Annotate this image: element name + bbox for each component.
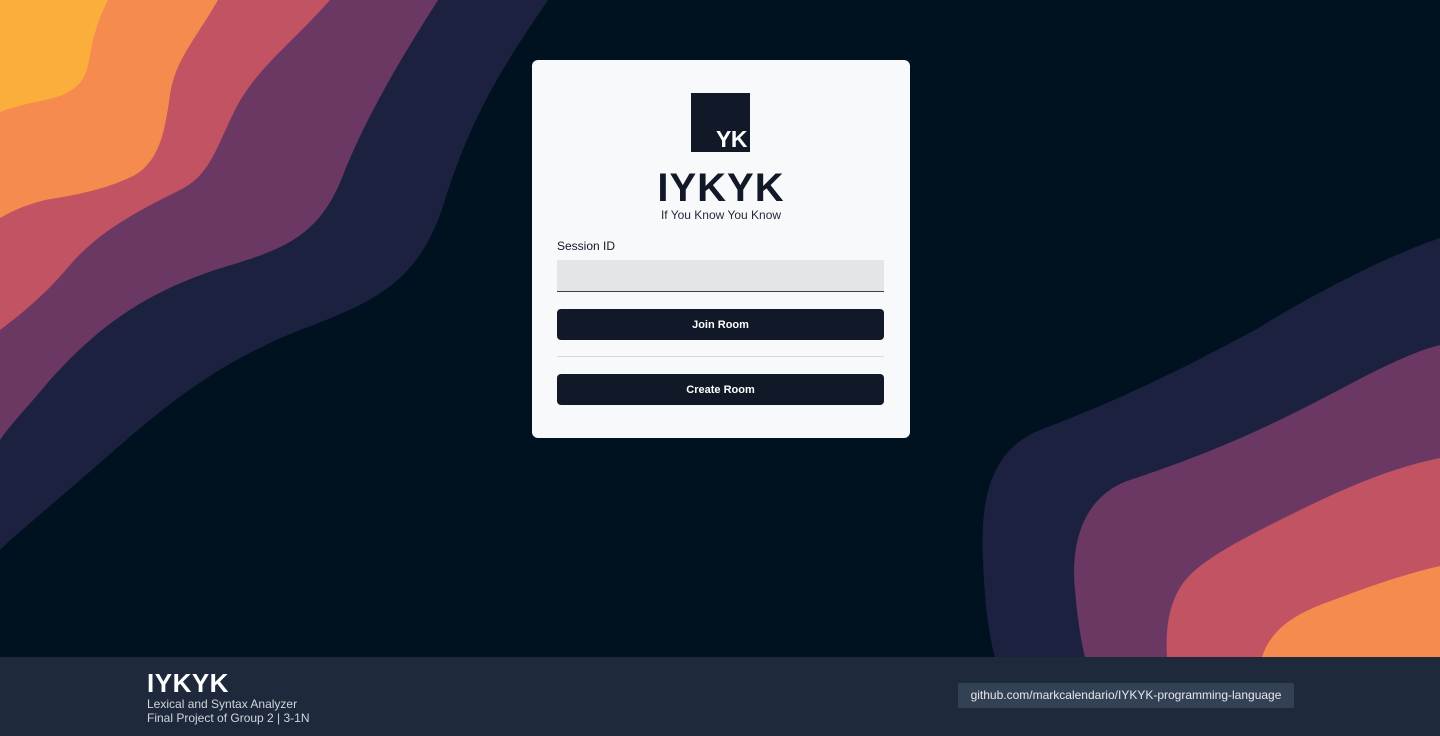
footer-title: IYKYK (147, 668, 229, 698)
session-id-label: Session ID (557, 239, 616, 253)
app-subtitle: If You Know You Know (660, 208, 782, 222)
divider (557, 356, 884, 357)
create-room-button[interactable]: Create Room (557, 374, 884, 405)
footer: IYKYK Lexical and Syntax Analyzer Final … (0, 657, 1440, 736)
logo: YK (691, 93, 750, 152)
app-title: IYKYK (657, 166, 785, 210)
join-room-button[interactable]: Join Room (557, 309, 884, 340)
footer-description: Lexical and Syntax Analyzer (147, 697, 298, 711)
logo-text: YK (716, 126, 747, 152)
github-repo-link[interactable]: github.com/markcalendario/IYKYK-programm… (958, 683, 1294, 708)
session-id-input[interactable] (557, 260, 884, 292)
login-card: YK IYKYK If You Know You Know Session ID… (532, 60, 910, 438)
footer-credits: Final Project of Group 2 | 3-1N (147, 711, 310, 725)
login-page: YK IYKYK If You Know You Know Session ID… (0, 0, 1440, 736)
